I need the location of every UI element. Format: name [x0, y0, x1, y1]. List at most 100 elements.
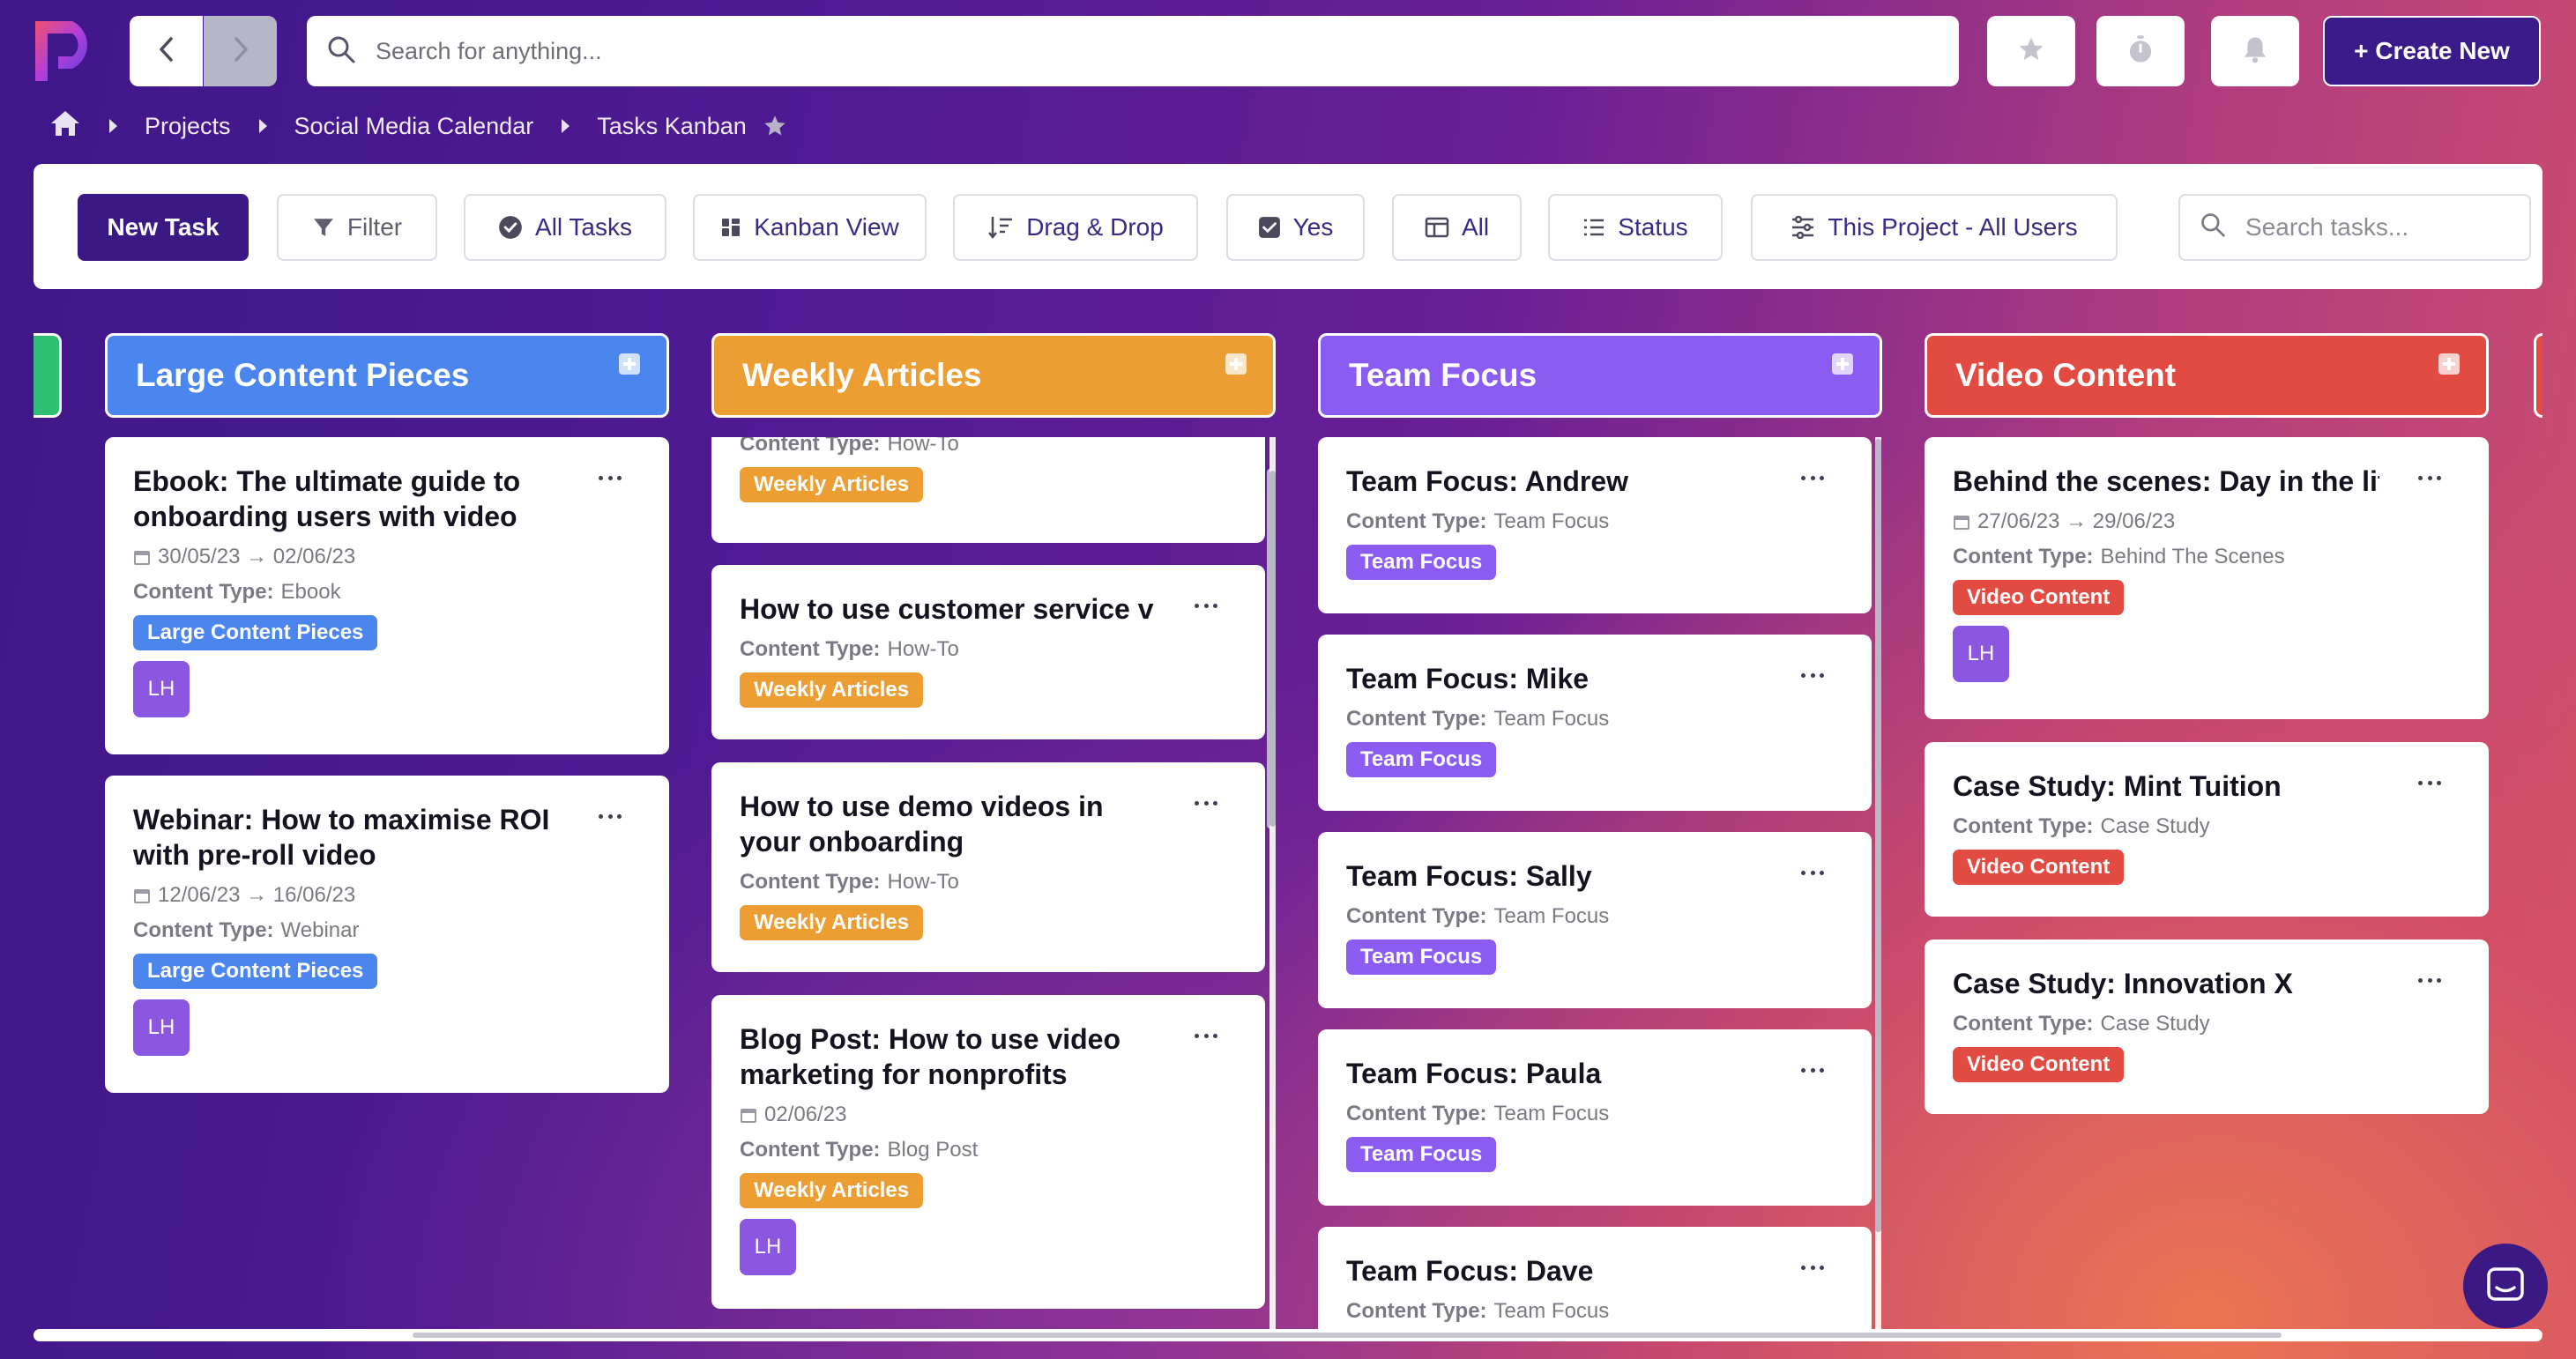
column-peek-left[interactable] [34, 333, 62, 418]
project-scope-button[interactable]: This Project - All Users [1751, 194, 2118, 261]
filter-label: Filter [346, 213, 403, 241]
favorites-button[interactable] [1987, 16, 2075, 86]
filter-button[interactable]: Filter [277, 194, 437, 261]
task-card[interactable]: How to use demo videos in your onboardin… [711, 762, 1265, 972]
yes-toggle-button[interactable]: Yes [1226, 194, 1365, 261]
more-icon[interactable] [1801, 1068, 1824, 1075]
task-card[interactable]: Team Focus: Mike Content Type: Team Focus… [1318, 635, 1872, 811]
add-card-icon[interactable] [1225, 353, 1247, 375]
global-search-input[interactable]: Search for anything... [307, 16, 1959, 86]
yes-label: Yes [1292, 213, 1334, 241]
card-tag: Weekly Articles [740, 1173, 924, 1208]
task-card[interactable]: Team Focus: Paula Content Type: Team Focu… [1318, 1029, 1872, 1206]
notifications-button[interactable] [2211, 16, 2299, 86]
breadcrumb-social-media-calendar[interactable]: Social Media Calendar [294, 113, 534, 140]
task-card[interactable]: How to use customer service videos Conte… [711, 565, 1265, 739]
search-icon [2200, 212, 2226, 244]
avatar[interactable]: LH [740, 1219, 796, 1275]
more-icon[interactable] [1195, 801, 1217, 808]
more-icon[interactable] [1801, 673, 1824, 680]
board-horizontal-scrollbar[interactable] [34, 1329, 2542, 1341]
column-header-video-content[interactable]: Video Content [1925, 333, 2489, 418]
task-card[interactable]: Team Focus: Sally Content Type: Team Focu… [1318, 832, 1872, 1008]
avatar[interactable]: LH [1953, 626, 2009, 682]
more-icon[interactable] [2418, 476, 2441, 483]
more-icon[interactable] [2418, 781, 2441, 788]
status-button[interactable]: Status [1548, 194, 1723, 261]
card-tag: Team Focus [1346, 1137, 1497, 1172]
task-card[interactable]: Team Focus: Andrew Content Type: Team Foc… [1318, 437, 1872, 613]
column-title: Video Content [1955, 357, 2177, 393]
stopwatch-icon [2127, 34, 2154, 69]
more-icon[interactable] [1195, 604, 1217, 611]
breadcrumb-projects[interactable]: Projects [145, 113, 231, 140]
column-peek-right[interactable] [2534, 333, 2542, 418]
back-button[interactable] [130, 16, 203, 86]
card-content-type: How-To [887, 637, 959, 661]
status-label: Status [1618, 213, 1688, 241]
card-dates: 27/06/23 → 29/06/23 [1977, 509, 2176, 533]
new-task-button[interactable]: New Task [78, 194, 249, 261]
card-tag: Video Content [1953, 850, 2125, 885]
kanban-toolbar: New Task Filter All Tasks Kanban View Dr… [34, 164, 2542, 289]
task-card[interactable]: Webinar: How to maximise ROI with pre-ro… [105, 776, 669, 1093]
card-title: Team Focus: Paula [1346, 1058, 1602, 1089]
more-icon[interactable] [1801, 1266, 1824, 1273]
card-content-type: Team Focus [1493, 904, 1610, 928]
favorite-star-icon[interactable] [763, 114, 787, 138]
task-card[interactable]: Case Study: Innovation X Content Type: Ca… [1925, 939, 2489, 1114]
task-card[interactable]: Behind the scenes: Day in the life 27/06… [1925, 437, 2489, 719]
timer-button[interactable] [2096, 16, 2185, 86]
content-type-label: Content Type: [1953, 545, 2094, 568]
board-scrollbar-thumb[interactable] [413, 1333, 2282, 1338]
card-dates: 02/06/23 [764, 1103, 847, 1126]
task-card[interactable]: Blog Post: How to use video marketing fo… [711, 995, 1265, 1309]
card-content-type: Case Study [2100, 814, 2210, 838]
all-tasks-label: All Tasks [535, 213, 632, 241]
add-card-icon[interactable] [1832, 353, 1853, 375]
content-type-label: Content Type: [740, 637, 881, 661]
add-card-icon[interactable] [619, 353, 640, 375]
calendar-icon [133, 887, 151, 904]
more-icon[interactable] [1801, 871, 1824, 878]
kanban-view-button[interactable]: Kanban View [693, 194, 927, 261]
card-tag: Team Focus [1346, 939, 1497, 975]
column-header-team-focus[interactable]: Team Focus [1318, 333, 1882, 418]
more-icon[interactable] [2418, 978, 2441, 985]
column-header-weekly-articles[interactable]: Weekly Articles [711, 333, 1276, 418]
chat-icon [2486, 1266, 2525, 1306]
task-card[interactable]: Team Focus: Dave Content Type: Team Focus [1318, 1227, 1872, 1329]
app-logo[interactable] [32, 16, 102, 86]
home-icon[interactable] [49, 109, 81, 144]
avatar[interactable]: LH [133, 661, 190, 717]
content-type-label: Content Type: [740, 437, 881, 456]
forward-button[interactable] [204, 16, 277, 86]
card-content-type: Team Focus [1493, 1102, 1610, 1125]
card-content-type: Team Focus [1493, 707, 1610, 731]
task-card[interactable]: Ebook: The ultimate guide to onboarding … [105, 437, 669, 754]
add-card-icon[interactable] [2438, 353, 2460, 375]
more-icon[interactable] [1801, 476, 1824, 483]
more-icon[interactable] [1195, 1034, 1217, 1041]
chat-support-button[interactable] [2463, 1244, 2548, 1328]
all-button[interactable]: All [1392, 194, 1522, 261]
task-card[interactable]: Content Type: How-To Weekly Articles [711, 437, 1265, 543]
card-tag: Team Focus [1346, 742, 1497, 777]
column-header-large-content[interactable]: Large Content Pieces [105, 333, 669, 418]
create-new-button[interactable]: + Create New [2323, 16, 2541, 86]
sliders-icon [1791, 216, 1815, 239]
more-icon[interactable] [599, 476, 622, 483]
task-search-input[interactable]: Search tasks... [2178, 194, 2531, 261]
chevron-right-icon [560, 118, 570, 134]
drag-drop-button[interactable]: Drag & Drop [953, 194, 1198, 261]
all-tasks-button[interactable]: All Tasks [464, 194, 666, 261]
column-scrollbar-thumb[interactable] [1875, 439, 1881, 1232]
list-icon [1582, 217, 1605, 238]
column-scrollbar-thumb[interactable] [1269, 471, 1276, 827]
avatar[interactable]: LH [133, 999, 190, 1056]
calendar-icon [1953, 513, 1970, 531]
task-card[interactable]: Case Study: Mint Tuition Content Type: Ca… [1925, 742, 2489, 917]
more-icon[interactable] [599, 814, 622, 821]
column-large-content: Ebook: The ultimate guide to onboarding … [105, 437, 669, 1329]
card-title: Ebook: The ultimate guide to onboarding … [133, 465, 521, 532]
